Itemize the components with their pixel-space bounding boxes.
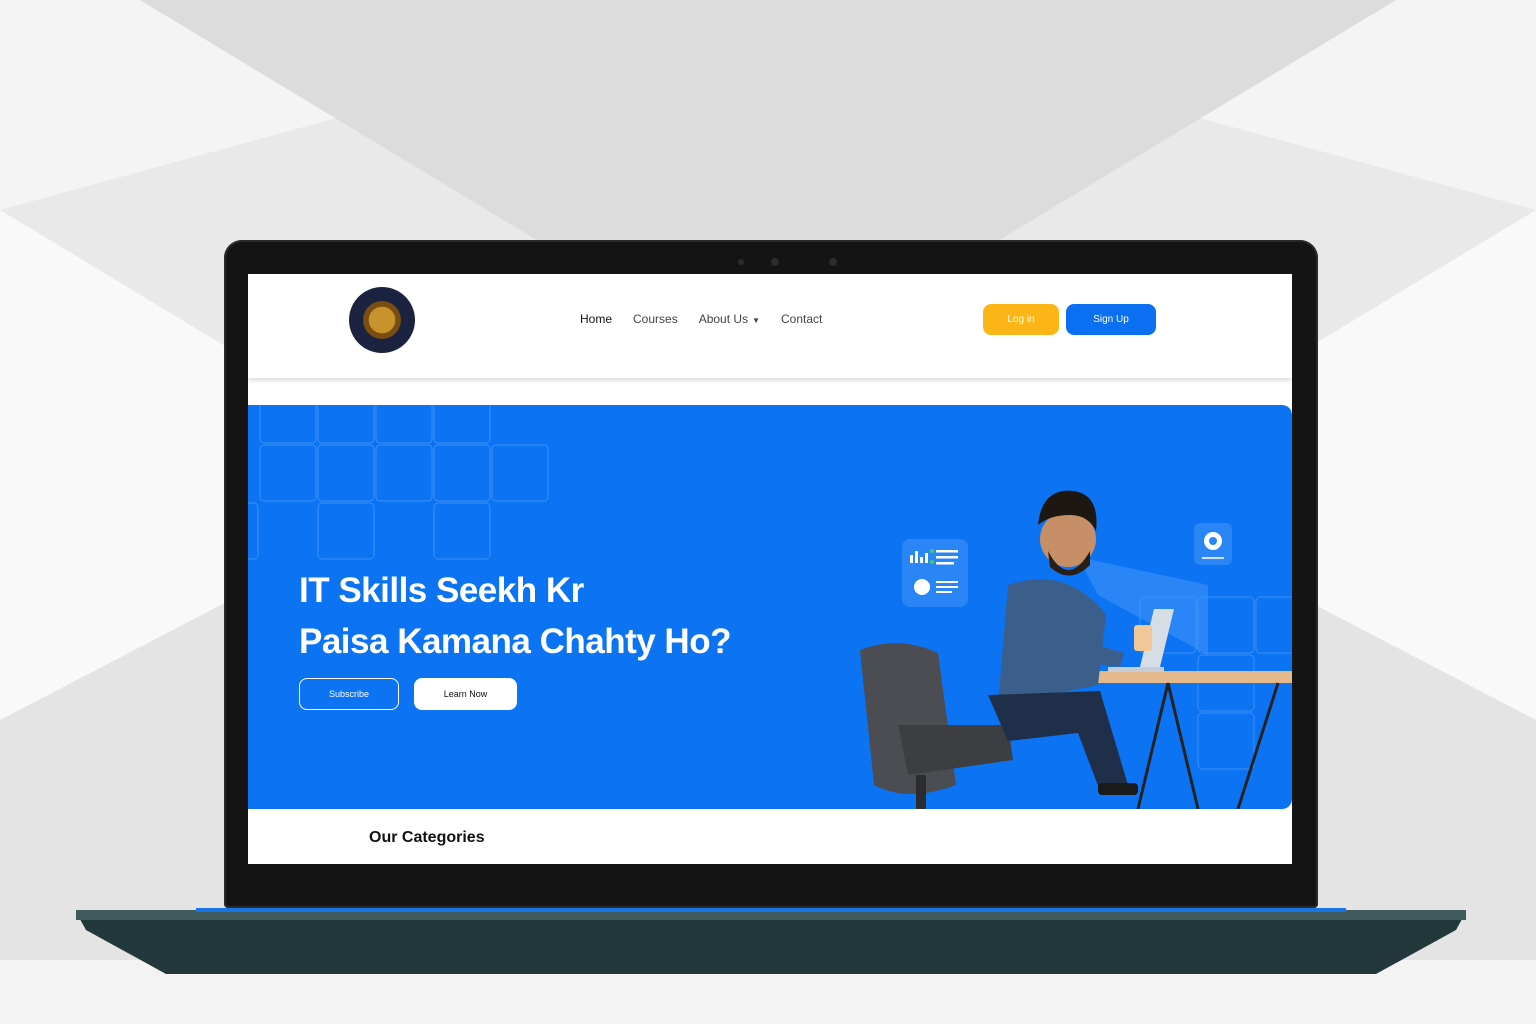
learn-now-button[interactable]: Learn Now xyxy=(414,678,517,710)
nav-item-home[interactable]: Home xyxy=(580,312,612,326)
subscribe-button[interactable]: Subscribe xyxy=(299,678,399,710)
camera-sensor-icon xyxy=(829,258,837,266)
crest-logo-icon[interactable] xyxy=(349,287,415,353)
nav-item-about-us-label: About Us xyxy=(698,312,749,326)
man-with-laptop-illustration xyxy=(860,490,1292,809)
camera-sensor-icon xyxy=(738,259,744,265)
nav-item-contact[interactable]: Contact xyxy=(781,312,822,326)
nav-item-about-us[interactable]: About Us ▼ xyxy=(699,312,760,326)
login-button[interactable]: Log in xyxy=(983,304,1059,335)
hero-banner: IT Skills Seekh Kr Paisa Kamana Chahty H… xyxy=(248,405,1292,809)
main-nav: Home Courses About Us ▼ Contact xyxy=(580,312,822,326)
grid-pattern xyxy=(248,405,549,560)
laptop-base xyxy=(76,908,1466,974)
hero-title: IT Skills Seekh Kr Paisa Kamana Chahty H… xyxy=(299,565,731,667)
site-header: Home Courses About Us ▼ Contact Log in Si… xyxy=(248,274,1292,378)
section-title-categories: Our Categories xyxy=(369,829,485,846)
signup-button[interactable]: Sign Up xyxy=(1066,304,1156,335)
camera-icon xyxy=(771,258,779,266)
caret-down-icon: ▼ xyxy=(752,316,760,325)
hero-title-line-2: Paisa Kamana Chahty Ho? xyxy=(299,622,731,661)
nav-item-courses[interactable]: Courses xyxy=(633,312,678,326)
browser-viewport: Home Courses About Us ▼ Contact Log in Si… xyxy=(248,274,1292,864)
hero-title-line-1: IT Skills Seekh Kr xyxy=(299,571,584,610)
